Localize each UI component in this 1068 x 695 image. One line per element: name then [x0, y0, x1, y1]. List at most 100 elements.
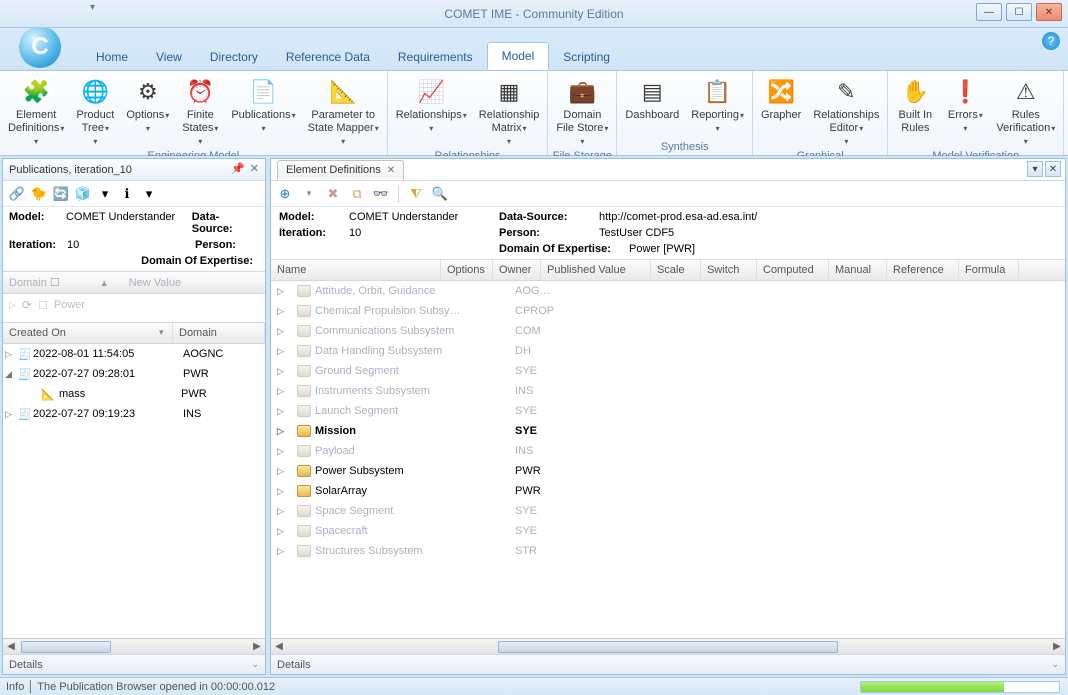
element-row[interactable]: ▷Power SubsystemPWR — [271, 461, 1065, 481]
col-options[interactable]: Options — [441, 260, 493, 280]
ribbon-rels[interactable]: 📈Relationships▾ — [390, 73, 473, 137]
qat-dropdown[interactable]: ▾ — [90, 2, 95, 13]
menu-view[interactable]: View — [142, 44, 196, 70]
element-row[interactable]: ▷Instruments SubsystemINS — [271, 381, 1065, 401]
menu-directory[interactable]: Directory — [196, 44, 272, 70]
menu-reference-data[interactable]: Reference Data — [272, 44, 384, 70]
element-definitions-toolbar: ⊕ ▾ ✖ ⧉ 👓 ⧨ 🔍 — [271, 181, 1065, 207]
ribbon-pubs[interactable]: 📄Publications▾ — [225, 73, 301, 137]
col-scale[interactable]: Scale — [651, 260, 701, 280]
element-definitions-tree[interactable]: ▷Attitude, Orbit, GuidanceAOG…▷Chemical … — [271, 281, 1065, 638]
ribbon: 🧩ElementDefinitions▾🌐ProductTree▾⚙Option… — [0, 70, 1068, 156]
publications-panel-header: Publications, iteration_10 📌 ✕ — [3, 159, 265, 181]
tab-element-definitions[interactable]: Element Definitions ✕ — [277, 160, 404, 180]
ribbon-eldef[interactable]: 🧩ElementDefinitions▾ — [2, 73, 70, 150]
pub-child-row[interactable]: 📐massPWR — [3, 384, 265, 404]
pub-row[interactable]: ▷🧾2022-07-27 09:19:23INS — [3, 404, 265, 424]
menu-home[interactable]: Home — [82, 44, 142, 70]
menu-requirements[interactable]: Requirements — [384, 44, 487, 70]
element-row[interactable]: ▷Structures SubsystemSTR — [271, 541, 1065, 561]
pin-icon[interactable]: 📌 — [231, 162, 245, 175]
pub-tb-cube-dd[interactable]: ▾ — [95, 184, 115, 204]
publications-details[interactable]: Details⌄ — [3, 654, 265, 674]
progress-bar — [860, 681, 1060, 693]
menu-scripting[interactable]: Scripting — [549, 44, 624, 70]
maximize-button[interactable]: ☐ — [1006, 3, 1032, 21]
status-bar: Info│ The Publication Browser opened in … — [0, 677, 1068, 695]
close-icon[interactable]: ✕ — [250, 162, 259, 175]
ribbon-grapher[interactable]: 🔀Grapher — [755, 73, 807, 124]
element-row[interactable]: ▷Ground SegmentSYE — [271, 361, 1065, 381]
menu-row: C HomeViewDirectoryReference DataRequire… — [0, 28, 1068, 70]
ribbon-fst[interactable]: ⏰FiniteStates▾ — [175, 73, 225, 150]
filter-newvalue-label: New Value — [129, 277, 181, 289]
pub-row[interactable]: ◢🧾2022-07-27 09:28:01PWR — [3, 364, 265, 384]
element-definitions-details[interactable]: Details⌄ — [271, 654, 1065, 674]
ribbon-rep[interactable]: 📋Reporting▾ — [685, 73, 750, 137]
ribbon-dash[interactable]: ▤Dashboard — [619, 73, 685, 124]
publications-grid-header[interactable]: Created On ▾ Domain — [3, 322, 265, 344]
col-manual[interactable]: Manual — [829, 260, 887, 280]
col-reference[interactable]: Reference — [887, 260, 959, 280]
ribbon-p2sm[interactable]: 📐Parameter toState Mapper▾ — [302, 73, 385, 150]
col-computed[interactable]: Computed — [757, 260, 829, 280]
col-owner[interactable]: Owner — [493, 260, 541, 280]
element-row[interactable]: ▷SolarArrayPWR — [271, 481, 1065, 501]
element-row[interactable]: ▷Attitude, Orbit, GuidanceAOG… — [271, 281, 1065, 301]
element-row[interactable]: ▷Launch SegmentSYE — [271, 401, 1065, 421]
delete-button[interactable]: ✖ — [323, 184, 343, 204]
col-formula[interactable]: Formula — [959, 260, 1019, 280]
ribbon-relmx[interactable]: ▦RelationshipMatrix▾ — [473, 73, 546, 150]
pub-tb-2[interactable]: 🔄 — [51, 184, 71, 204]
minimize-button[interactable]: — — [976, 3, 1002, 21]
publications-hscroll[interactable]: ◀ ▶ — [3, 638, 265, 654]
publications-meta: Model: COMET Understander Data-Source: I… — [3, 207, 265, 271]
publications-panel: Publications, iteration_10 📌 ✕ 🔗🐤🔄🧊▾ℹ▾ M… — [2, 158, 266, 675]
filter-domain-label: Domain — [9, 277, 47, 289]
title-bar: ▾ COMET IME - Community Edition — ☐ ✕ — [0, 0, 1068, 28]
windows-dropdown-button[interactable]: ▾ — [1027, 161, 1043, 177]
col-switch[interactable]: Switch — [701, 260, 757, 280]
filter-power-row[interactable]: ▷ ⟳ ☐ Power — [3, 294, 265, 316]
close-button[interactable]: ✕ — [1036, 3, 1062, 21]
element-definitions-hscroll[interactable]: ◀ ▶ — [271, 638, 1065, 654]
col-published-value[interactable]: Published Value — [541, 260, 651, 280]
pub-tb-info[interactable]: ℹ — [117, 184, 137, 204]
element-row[interactable]: ▷Data Handling SubsystemDH — [271, 341, 1065, 361]
copy-button[interactable]: ⧉ — [347, 184, 367, 204]
search-button[interactable]: 🔍 — [430, 184, 450, 204]
tab-label: Element Definitions — [286, 164, 381, 176]
tab-close-icon[interactable]: ✕ — [387, 165, 395, 176]
close-active-doc-button[interactable]: ✕ — [1045, 161, 1061, 177]
pub-tb-info-dd[interactable]: ▾ — [139, 184, 159, 204]
filter-button[interactable]: ⧨ — [406, 184, 426, 204]
ribbon-opts[interactable]: ⚙Options▾ — [120, 73, 175, 137]
find-button[interactable]: 👓 — [371, 184, 391, 204]
element-row[interactable]: ▷Communications SubsystemCOM — [271, 321, 1065, 341]
publications-tree[interactable]: ▷🧾2022-08-01 11:54:05AOGNC◢🧾2022-07-27 0… — [3, 344, 265, 638]
element-row[interactable]: ▷Space SegmentSYE — [271, 501, 1065, 521]
col-name[interactable]: Name — [271, 260, 441, 280]
ribbon-dfs[interactable]: 💼DomainFile Store▾ — [550, 73, 614, 150]
ribbon-errs[interactable]: ❗Errors▾ — [940, 73, 990, 137]
ribbon-rver[interactable]: ⚠RulesVerification▾ — [990, 73, 1061, 150]
pub-tb-0[interactable]: 🔗 — [7, 184, 27, 204]
element-row[interactable]: ▷Chemical Propulsion SubsystemCPROP — [271, 301, 1065, 321]
add-dd[interactable]: ▾ — [299, 184, 319, 204]
pub-tb-cube[interactable]: 🧊 — [73, 184, 93, 204]
ribbon-redit[interactable]: ✎RelationshipsEditor▾ — [807, 73, 885, 150]
pub-row[interactable]: ▷🧾2022-08-01 11:54:05AOGNC — [3, 344, 265, 364]
element-definitions-meta: Model: COMET Understander Data-Source: h… — [271, 207, 1065, 259]
element-row[interactable]: ▷MissionSYE — [271, 421, 1065, 441]
element-definitions-grid-header[interactable]: NameOptionsOwnerPublished ValueScaleSwit… — [271, 259, 1065, 281]
ribbon-brules[interactable]: ✋Built InRules — [890, 73, 940, 137]
menu-model[interactable]: Model — [487, 42, 550, 70]
add-button[interactable]: ⊕ — [275, 184, 295, 204]
status-message: The Publication Browser opened in 00:00:… — [37, 681, 275, 693]
filter-header[interactable]: Domain ☐ ▲ New Value — [3, 271, 265, 294]
pub-tb-1[interactable]: 🐤 — [29, 184, 49, 204]
help-button[interactable]: ? — [1042, 32, 1060, 50]
element-row[interactable]: ▷SpacecraftSYE — [271, 521, 1065, 541]
ribbon-ptree[interactable]: 🌐ProductTree▾ — [70, 73, 120, 150]
element-row[interactable]: ▷PayloadINS — [271, 441, 1065, 461]
